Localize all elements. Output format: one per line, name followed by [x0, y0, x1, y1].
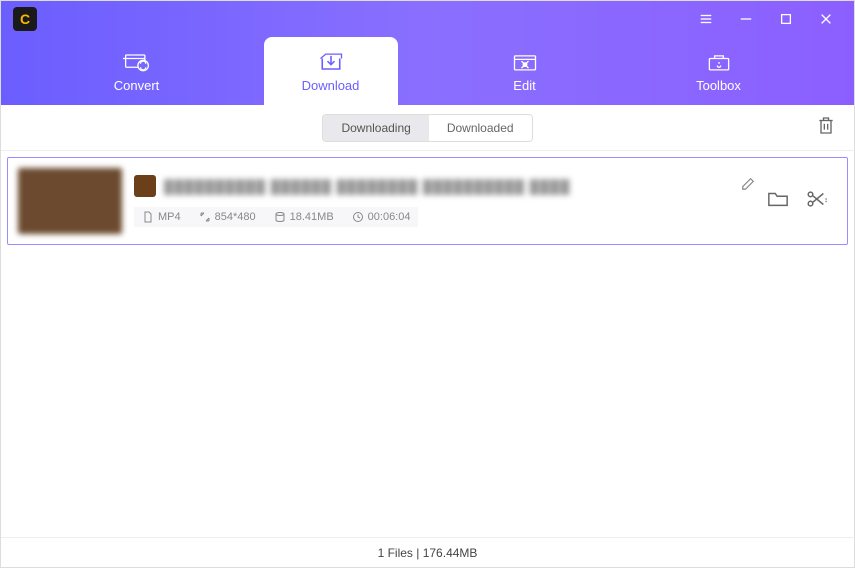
source-badge	[134, 175, 156, 197]
subtab-downloaded[interactable]: Downloaded	[429, 115, 532, 141]
sub-tabs: Downloading Downloaded	[322, 114, 532, 142]
maximize-icon	[779, 12, 793, 26]
open-folder-button[interactable]	[767, 189, 789, 214]
download-icon	[317, 50, 345, 74]
clear-all-button[interactable]	[816, 115, 836, 140]
maximize-button[interactable]	[766, 1, 806, 37]
file-icon	[142, 211, 154, 223]
nav-tabs: Convert Download Edit Toolbox	[1, 37, 854, 105]
minimize-icon	[739, 12, 753, 26]
storage-icon	[274, 211, 286, 223]
toolbox-icon	[705, 50, 733, 74]
file-meta: MP4 854*480 18.41MB 00:06:04	[134, 207, 418, 227]
downloads-list: ██████████ ██████ ████████ ██████████ ██…	[1, 151, 854, 537]
close-icon	[819, 12, 833, 26]
subtab-downloading[interactable]: Downloading	[323, 115, 428, 141]
file-info: ██████████ ██████ ████████ ██████████ ██…	[134, 175, 755, 227]
status-bar: 1 Files | 176.44MB	[1, 537, 854, 567]
convert-icon	[123, 50, 151, 74]
tab-label: Edit	[513, 78, 535, 93]
sub-toolbar: Downloading Downloaded	[1, 105, 854, 151]
tab-label: Toolbox	[696, 78, 741, 93]
menu-button[interactable]	[686, 1, 726, 37]
trash-icon	[816, 115, 836, 135]
meta-format: MP4	[142, 211, 181, 223]
app-header: C Convert Download Edit Tool	[1, 1, 854, 105]
app-logo-letter: C	[20, 11, 30, 27]
app-logo: C	[13, 7, 37, 31]
tab-label: Convert	[114, 78, 160, 93]
hamburger-icon	[699, 12, 713, 26]
video-thumbnail	[18, 168, 122, 234]
meta-size: 18.41MB	[274, 211, 334, 223]
titlebar: C	[1, 1, 854, 37]
row-actions	[767, 189, 837, 214]
tab-convert[interactable]: Convert	[70, 37, 204, 105]
meta-resolution: 854*480	[199, 211, 256, 223]
folder-icon	[767, 189, 789, 209]
minimize-button[interactable]	[726, 1, 766, 37]
tab-edit[interactable]: Edit	[458, 37, 592, 105]
edit-icon	[511, 50, 539, 74]
file-title: ██████████ ██████ ████████ ██████████ ██…	[164, 179, 733, 194]
close-button[interactable]	[806, 1, 846, 37]
pencil-icon	[741, 177, 755, 191]
tools-dropdown-button[interactable]	[805, 189, 827, 214]
status-text: 1 Files | 176.44MB	[378, 546, 478, 560]
tab-label: Download	[302, 78, 360, 93]
scissors-icon	[805, 189, 827, 209]
meta-duration: 00:06:04	[352, 211, 411, 223]
edit-title-button[interactable]	[741, 177, 755, 196]
clock-icon	[352, 211, 364, 223]
download-item[interactable]: ██████████ ██████ ████████ ██████████ ██…	[7, 157, 848, 245]
resolution-icon	[199, 211, 211, 223]
tab-toolbox[interactable]: Toolbox	[652, 37, 786, 105]
tab-download[interactable]: Download	[264, 37, 398, 105]
